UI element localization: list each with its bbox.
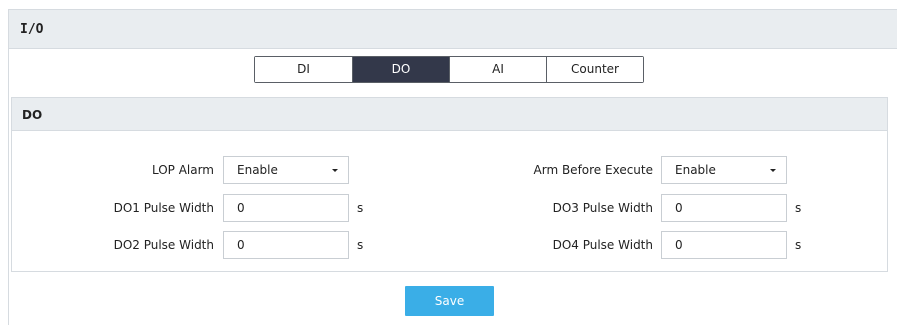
- do4-unit: s: [795, 238, 802, 252]
- do4-pulse-width-label: DO4 Pulse Width: [552, 238, 653, 252]
- lop-alarm-label: LOP Alarm: [151, 163, 214, 177]
- chevron-down-icon: [770, 169, 776, 172]
- do2-pulse-width-input[interactable]: 0: [223, 231, 349, 259]
- section-title: DO: [22, 108, 43, 122]
- do1-unit: s: [357, 201, 364, 215]
- chevron-down-icon: [332, 169, 338, 172]
- arm-before-execute-value: Enable: [675, 163, 716, 177]
- tab-counter[interactable]: Counter: [546, 57, 643, 82]
- section-header: DO: [12, 98, 887, 131]
- do3-pulse-width-label: DO3 Pulse Width: [552, 201, 653, 215]
- panel-title: I/O: [20, 22, 44, 37]
- tab-ai[interactable]: AI: [449, 57, 546, 82]
- panel-header: I/O: [9, 10, 897, 49]
- do2-unit: s: [357, 238, 364, 252]
- do3-pulse-width-input[interactable]: 0: [661, 194, 787, 222]
- io-tabs: DI DO AI Counter: [254, 56, 644, 83]
- do2-pulse-width-label: DO2 Pulse Width: [113, 238, 214, 252]
- do3-unit: s: [795, 201, 802, 215]
- do1-pulse-width-input[interactable]: 0: [223, 194, 349, 222]
- arm-before-execute-label: Arm Before Execute: [533, 163, 653, 177]
- tab-di[interactable]: DI: [255, 57, 352, 82]
- do1-pulse-width-label: DO1 Pulse Width: [113, 201, 214, 215]
- save-button[interactable]: Save: [405, 286, 494, 316]
- do4-pulse-width-input[interactable]: 0: [661, 231, 787, 259]
- lop-alarm-select[interactable]: Enable: [223, 156, 349, 184]
- tab-do[interactable]: DO: [352, 57, 449, 82]
- lop-alarm-value: Enable: [237, 163, 278, 177]
- arm-before-execute-select[interactable]: Enable: [661, 156, 787, 184]
